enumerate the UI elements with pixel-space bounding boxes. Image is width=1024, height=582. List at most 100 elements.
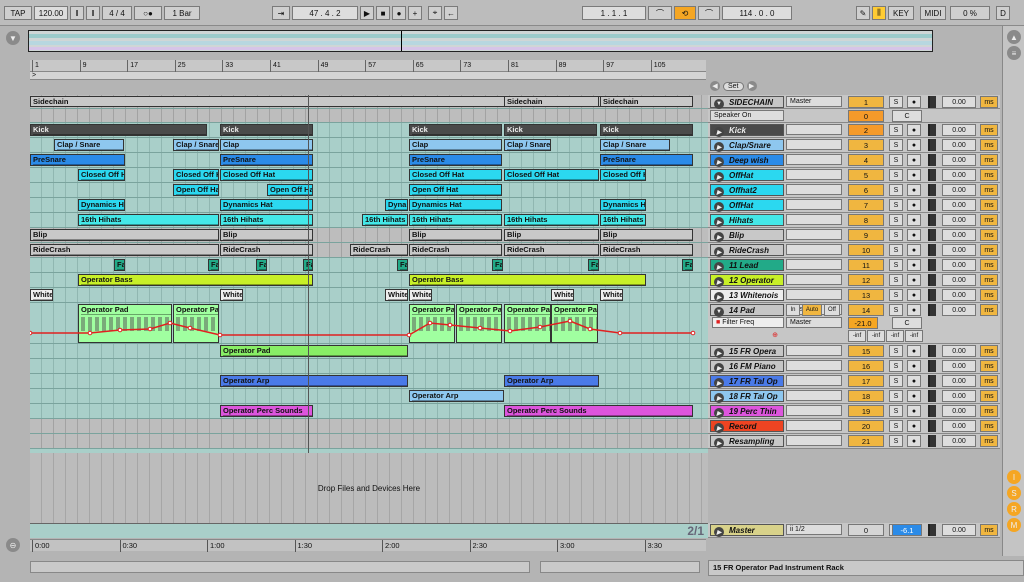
arm-icon[interactable]: ●	[907, 124, 921, 136]
track-fold-icon[interactable]: ▼	[714, 99, 724, 109]
track-delay-unit[interactable]: ms	[980, 360, 998, 372]
track-name[interactable]: ▶ OffHat	[710, 199, 784, 212]
master-delay-unit[interactable]: ms	[980, 524, 998, 536]
track-volume[interactable]: 0.00	[942, 375, 976, 387]
track-volume[interactable]: 0.00	[942, 96, 976, 108]
track-volume[interactable]: 0.00	[942, 420, 976, 432]
horizontal-scrollbar[interactable]	[30, 561, 530, 573]
track-output-select[interactable]	[786, 154, 842, 165]
track-activator[interactable]: 10	[848, 244, 884, 256]
track-fold-icon[interactable]: ▶	[714, 187, 724, 197]
track-fold-icon[interactable]: ▶	[714, 527, 724, 537]
track-activator[interactable]: 17	[848, 375, 884, 387]
track-header[interactable]: ▶ Hihats 8 S ● 0.00 ms	[708, 213, 1000, 228]
track-delay-unit[interactable]: ms	[980, 435, 998, 447]
arm-icon[interactable]: ●	[907, 420, 921, 432]
track-header[interactable]: ▶ Kick 2 S ● 0.00 ms	[708, 123, 1000, 138]
track-volume[interactable]: 0.00	[942, 405, 976, 417]
track-activator[interactable]: 20	[848, 420, 884, 432]
arm-icon[interactable]: ●	[907, 154, 921, 166]
track-activator[interactable]: 5	[848, 169, 884, 181]
send-level[interactable]: -inf	[886, 330, 904, 342]
track-activator[interactable]: 3	[848, 139, 884, 151]
track-volume[interactable]: 0.00	[942, 199, 976, 211]
hide-browser-icon[interactable]: ▲	[1007, 30, 1021, 44]
overdub-icon[interactable]: +	[408, 6, 422, 20]
track-volume[interactable]: 0.00	[942, 390, 976, 402]
master-pan[interactable]: 0.00	[942, 524, 976, 536]
envelope-breakpoint[interactable]	[587, 326, 593, 332]
track-volume[interactable]: 0.00	[942, 184, 976, 196]
track-name[interactable]: ▶ RideCrash	[710, 244, 784, 257]
arrangement-view[interactable]: Sidechain Sidechain Sidechain Kick Kick Kick K…	[30, 95, 708, 453]
session-toggle-icon[interactable]: ⊖	[6, 538, 20, 552]
track-volume[interactable]: 0.00	[942, 139, 976, 151]
track-activator[interactable]: 6	[848, 184, 884, 196]
arm-icon[interactable]: ●	[907, 139, 921, 151]
solo-button[interactable]: S	[889, 169, 903, 181]
track-header[interactable]: ▶ 11 Lead 11 S ● 0.00 ms	[708, 258, 1000, 273]
automation-arm-icon[interactable]: ⌖	[428, 6, 442, 20]
envelope-line[interactable]	[30, 320, 693, 336]
back-to-arrangement-icon[interactable]: ←	[444, 6, 458, 20]
sends-toggle-icon[interactable]: S	[1007, 486, 1021, 500]
track-header[interactable]: ▶ Blip 9 S ● 0.00 ms	[708, 228, 1000, 243]
arm-icon[interactable]: ●	[907, 375, 921, 387]
envelope-breakpoint[interactable]	[567, 318, 573, 324]
track-activator[interactable]: 11	[848, 259, 884, 271]
track-header[interactable]: ▶ RideCrash 10 S ● 0.00 ms	[708, 243, 1000, 258]
solo-button[interactable]: S	[889, 304, 903, 316]
arm-icon[interactable]: ●	[907, 405, 921, 417]
auto-button[interactable]: Auto	[802, 304, 822, 316]
track-header[interactable]: ▼ 14 Pad Master 14 S ● 0.00 ms ■ Filter Freq In Au…	[708, 303, 1000, 344]
arm-icon[interactable]: ●	[907, 214, 921, 226]
set-locator-button[interactable]: Set	[723, 81, 744, 91]
track-header[interactable]: ▶ 16 FM Piano 16 S ● 0.00 ms	[708, 359, 1000, 374]
track-fold-icon[interactable]: ▶	[714, 277, 724, 287]
track-output-select[interactable]: Master	[786, 96, 842, 107]
solo-button[interactable]: S	[889, 259, 903, 271]
send-value[interactable]: 0	[848, 110, 884, 122]
off-button[interactable]: Off	[824, 304, 840, 316]
next-locator-icon[interactable]: ▶	[746, 81, 757, 91]
track-output-select[interactable]	[786, 214, 842, 225]
solo-button[interactable]: S	[889, 184, 903, 196]
track-delay-unit[interactable]: ms	[980, 289, 998, 301]
menu-icon[interactable]: ≡	[1007, 46, 1021, 60]
envelope-breakpoint[interactable]	[87, 330, 93, 336]
track-delay-unit[interactable]: ms	[980, 184, 998, 196]
send-level[interactable]: -inf	[905, 330, 923, 342]
track-output-select[interactable]	[786, 124, 842, 135]
track-fold-icon[interactable]: ▶	[714, 232, 724, 242]
track-name[interactable]: ▶ 13 Whitenois	[710, 289, 784, 302]
track-volume[interactable]: 0.00	[942, 229, 976, 241]
punch-out-icon[interactable]: ⌒	[698, 6, 720, 20]
solo-button[interactable]: S	[889, 274, 903, 286]
solo-button[interactable]: S	[889, 375, 903, 387]
track-fold-icon[interactable]: ▶	[714, 408, 724, 418]
track-output-select[interactable]	[786, 405, 842, 416]
arm-icon[interactable]: ●	[907, 96, 921, 108]
track-volume[interactable]: 0.00	[942, 124, 976, 136]
beat-ruler[interactable]: 1 9 17 25 33 41 49 57 65 73 81 89 97 105	[30, 60, 706, 72]
track-name[interactable]: ▶ Offhat2	[710, 184, 784, 197]
track-volume[interactable]: 0.00	[942, 154, 976, 166]
nudge-up-icon[interactable]: ‖	[86, 6, 100, 20]
envelope-breakpoint[interactable]	[617, 330, 623, 336]
arm-icon[interactable]: ●	[907, 169, 921, 181]
envelope-breakpoint[interactable]	[477, 325, 483, 331]
track-output-select[interactable]	[786, 274, 842, 285]
arm-icon[interactable]: ●	[907, 345, 921, 357]
track-header[interactable]: ▶ Resampling 21 S ● 0.00 ms	[708, 434, 1000, 449]
envelope-breakpoint[interactable]	[537, 324, 543, 330]
param-value[interactable]: -21.0	[848, 317, 878, 329]
track-name[interactable]: ▶ Deep wish	[710, 154, 784, 167]
track-name[interactable]: ▶ 11 Lead	[710, 259, 784, 272]
arm-icon[interactable]: ●	[907, 304, 921, 316]
arrangement-overview[interactable]	[28, 30, 933, 52]
track-delay-unit[interactable]: ms	[980, 96, 998, 108]
envelope-breakpoint[interactable]	[406, 332, 412, 338]
envelope-breakpoint[interactable]	[30, 330, 33, 336]
track-activator[interactable]: 2	[848, 124, 884, 136]
track-output-select[interactable]	[786, 375, 842, 386]
